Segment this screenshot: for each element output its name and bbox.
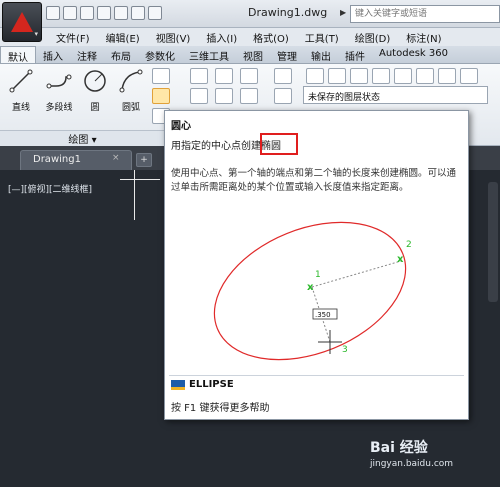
ellipse-illustration: x 1 x 2 3 .350: [213, 221, 412, 361]
chevron-down-icon: ▾: [34, 30, 38, 38]
ellipse-command-icon: [171, 379, 185, 390]
autocad-logo-icon: [11, 12, 33, 32]
copy-icon[interactable]: [190, 88, 208, 104]
tooltip-description: 使用中心点、第一个轴的端点和第二个轴的长度来创建椭圆。可以通过单击所需距离处的某…: [171, 168, 457, 193]
ribbon-tab-1[interactable]: 插入: [36, 46, 70, 63]
ribbon-tab-6[interactable]: 视图: [236, 46, 270, 63]
tooltip-command: ELLIPSE: [171, 379, 234, 390]
circle-tool-button[interactable]: 圆: [80, 68, 110, 113]
dimension-value: .350: [315, 311, 331, 319]
line-tool-button[interactable]: 直线: [6, 68, 36, 113]
ribbon-tab-8[interactable]: 输出: [304, 46, 338, 63]
menu-item-6[interactable]: 绘图(D): [347, 28, 399, 46]
tooltip-help: 按 F1 键获得更多帮助: [171, 403, 270, 414]
layer-freeze-icon[interactable]: [438, 68, 456, 84]
menu-item-5[interactable]: 工具(T): [297, 28, 347, 46]
save-icon[interactable]: [80, 6, 94, 20]
viewport-controls-label[interactable]: [—][俯视][二维线框]: [8, 182, 92, 195]
menu-item-0[interactable]: 文件(F): [48, 28, 98, 46]
ribbon-tab-10[interactable]: Autodesk 360: [372, 46, 455, 63]
tooltip-divider: [169, 375, 464, 376]
new-file-icon[interactable]: [46, 6, 60, 20]
tooltip-title: 圆心: [171, 121, 191, 132]
menu-item-3[interactable]: 插入(I): [198, 28, 245, 46]
ellipse-center-tooltip: 圆心 用指定的中心点创建椭圆 使用中心点、第一个轴的端点和第二个轴的长度来创建椭…: [164, 110, 469, 420]
menu-item-4[interactable]: 格式(O): [245, 28, 297, 46]
layer-previous-icon[interactable]: [372, 68, 390, 84]
layer-match-icon[interactable]: [350, 68, 368, 84]
circle-icon: [84, 70, 106, 92]
ellipse-shape: [213, 221, 407, 361]
cursor-crosshair-vertical: [134, 170, 135, 220]
layer-state-select[interactable]: 未保存的图层状态: [303, 86, 488, 104]
arc-tool-label: 圆弧: [121, 103, 140, 113]
line-tool-label: 直线: [11, 103, 30, 113]
highlight-box: [260, 133, 298, 155]
layer-off-icon[interactable]: [460, 68, 478, 84]
redo-icon[interactable]: [148, 6, 162, 20]
arc-tool-button[interactable]: 圆弧: [116, 68, 146, 113]
application-menu-button[interactable]: ▾: [2, 2, 42, 42]
ribbon-tab-4[interactable]: 参数化: [138, 46, 182, 63]
point-label-1: 1: [315, 270, 321, 280]
viewport-scrollbar[interactable]: [488, 182, 498, 302]
polyline-tool-button[interactable]: 多段线: [44, 68, 74, 113]
erase-icon[interactable]: [274, 68, 292, 84]
cursor-crosshair-horizontal: [120, 179, 160, 180]
save-as-icon[interactable]: [97, 6, 111, 20]
menu-item-1[interactable]: 编辑(E): [98, 28, 148, 46]
command-name: ELLIPSE: [189, 379, 234, 390]
mirror-icon[interactable]: [215, 88, 233, 104]
point-1-marker: x: [307, 282, 314, 293]
layer-isolate-icon[interactable]: [394, 68, 412, 84]
arc-icon: [119, 69, 143, 93]
ribbon-tab-2[interactable]: 注释: [70, 46, 104, 63]
fillet-icon[interactable]: [240, 88, 258, 104]
ellipse-tool-icon[interactable]: [152, 88, 170, 104]
document-title: Drawing1.dwg: [248, 6, 328, 19]
open-file-icon[interactable]: [63, 6, 77, 20]
quick-access-toolbar: [46, 6, 162, 20]
ribbon-tab-0[interactable]: 默认: [0, 46, 36, 64]
explode-icon[interactable]: [274, 88, 292, 104]
move-icon[interactable]: [190, 68, 208, 84]
print-icon[interactable]: [114, 6, 128, 20]
rotate-icon[interactable]: [215, 68, 233, 84]
search-input[interactable]: [350, 5, 500, 23]
circle-tool-label: 圆: [90, 103, 100, 113]
title-bar: Drawing1.dwg ▶: [0, 0, 500, 28]
close-icon[interactable]: ×: [112, 153, 120, 163]
draw-group-label[interactable]: 绘图 ▾: [0, 130, 165, 146]
point-label-3: 3: [342, 345, 348, 355]
new-tab-icon[interactable]: +: [136, 153, 152, 167]
point-label-2: 2: [406, 240, 412, 250]
watermark-brand: Bai 经验: [370, 440, 428, 456]
baidu-watermark: Bai 经验 jingyan.baidu.com: [370, 437, 453, 469]
menu-item-7[interactable]: 标注(N): [398, 28, 449, 46]
ribbon-tab-5[interactable]: 三维工具: [182, 46, 236, 63]
axis-line-1: [311, 260, 402, 288]
layer-properties-icon[interactable]: [306, 68, 324, 84]
search-expand-icon[interactable]: ▶: [340, 8, 346, 17]
point-2-marker: x: [397, 254, 404, 265]
menu-item-2[interactable]: 视图(V): [148, 28, 199, 46]
polyline-icon: [46, 74, 72, 89]
ribbon-tab-9[interactable]: 插件: [338, 46, 372, 63]
layer-make-current-icon[interactable]: [328, 68, 346, 84]
watermark-url: jingyan.baidu.com: [370, 459, 454, 469]
menu-bar: 文件(F) 编辑(E) 视图(V) 插入(I) 格式(O) 工具(T) 绘图(D) 标注(N): [0, 28, 500, 46]
undo-icon[interactable]: [131, 6, 145, 20]
trim-icon[interactable]: [240, 68, 258, 84]
ribbon-tab-bar: 默认 插入 注释 布局 参数化 三维工具 视图 管理 输出 插件 Autodesk 360: [0, 46, 500, 64]
rectangle-icon[interactable]: [152, 68, 170, 84]
line-icon: [9, 69, 33, 93]
file-tab-label: Drawing1: [33, 154, 81, 165]
ribbon-tab-3[interactable]: 布局: [104, 46, 138, 63]
layer-unisolate-icon[interactable]: [416, 68, 434, 84]
polyline-tool-label: 多段线: [45, 103, 73, 113]
ribbon-tab-7[interactable]: 管理: [270, 46, 304, 63]
